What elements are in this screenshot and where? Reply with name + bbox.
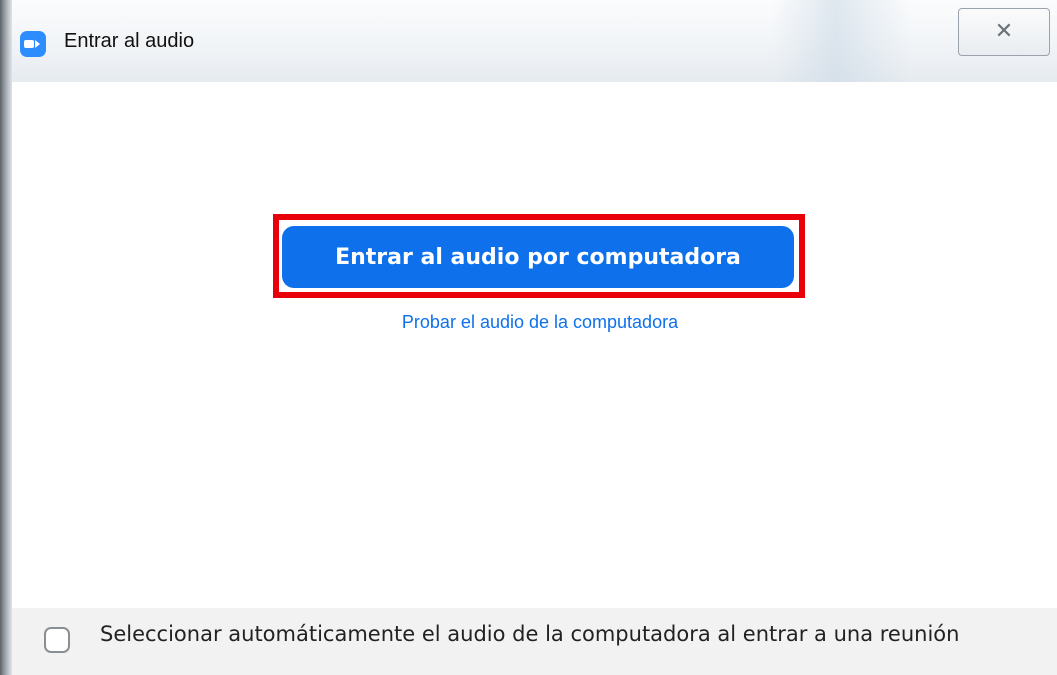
auto-join-audio-checkbox[interactable] [44,627,70,653]
zoom-camera-icon [20,31,46,57]
window-title: Entrar al audio [64,30,195,52]
camera-body-shape [23,40,34,48]
title-bar-glow [772,0,912,82]
audio-dialog-window: Entrar al audio ✕ Entrar al audio por co… [0,0,1057,675]
camera-lens-shape [34,40,40,48]
join-computer-audio-button[interactable]: Entrar al audio por computadora [282,226,794,288]
dialog-content [12,82,1057,608]
test-computer-audio-link[interactable]: Probar el audio de la computadora [340,312,740,333]
close-button[interactable]: ✕ [958,8,1050,56]
window-left-frame [0,0,12,675]
close-icon: ✕ [994,19,1014,44]
auto-join-audio-label[interactable]: Seleccionar automáticamente el audio de … [100,618,1000,650]
